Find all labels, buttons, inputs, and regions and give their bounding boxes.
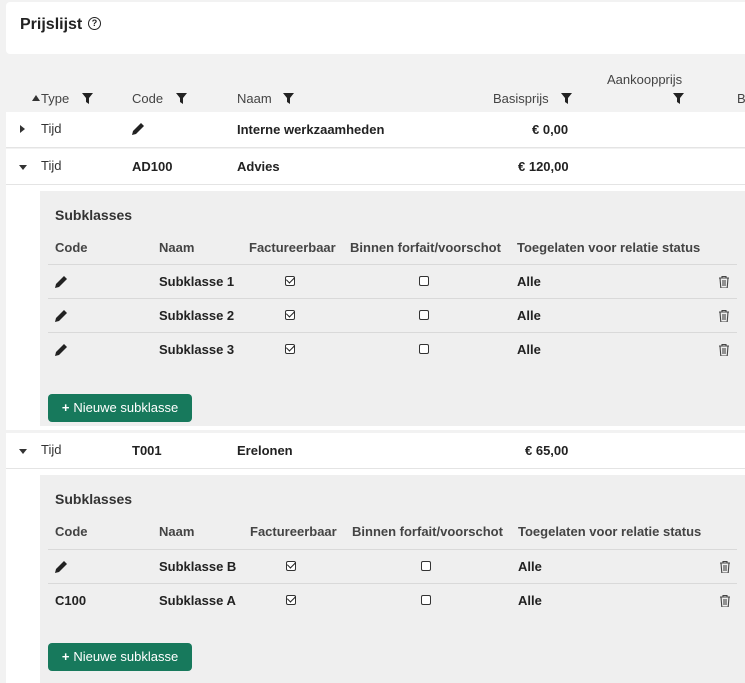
plus-icon: +	[61, 649, 70, 664]
row-naam: Advies	[237, 159, 280, 174]
subklasse-row[interactable]: Subklasse 1 Alle	[48, 264, 737, 298]
column-header-aankoopprijs[interactable]: Aankoopprijs	[607, 72, 682, 87]
subklasses-panel: Subklasses Code Naam Factureerbaar Binne…	[40, 475, 745, 683]
factureerbaar-checkbox[interactable]	[285, 276, 295, 286]
subklasse-row[interactable]: Subklasse 2 Alle	[48, 298, 737, 332]
trash-icon[interactable]	[719, 310, 729, 322]
forfait-checkbox[interactable]	[419, 276, 429, 286]
subklasses-panel-wrapper: Subklasses Code Naam Factureerbaar Binne…	[6, 469, 745, 683]
pencil-icon[interactable]	[132, 122, 145, 135]
sub-header-factureerbaar: Factureerbaar	[250, 524, 337, 539]
column-header-code[interactable]: Code	[132, 91, 163, 106]
row-naam: Interne werkzaamheden	[237, 122, 385, 137]
trash-icon[interactable]	[720, 561, 730, 573]
column-header-naam[interactable]: Naam	[237, 91, 272, 106]
sub-header-factureerbaar: Factureerbaar	[249, 240, 336, 255]
forfait-checkbox[interactable]	[421, 561, 431, 571]
row-basisprijs: € 0,00	[532, 122, 569, 137]
subklasse-naam: Subklasse 2	[159, 308, 235, 323]
factureerbaar-checkbox[interactable]	[285, 344, 295, 354]
subklasses-panel-wrapper: Subklasses Code Naam Factureerbaar Binne…	[6, 185, 745, 430]
subklasse-status: Alle	[517, 274, 541, 289]
subklasse-status: Alle	[517, 308, 541, 323]
sub-header-naam: Naam	[159, 524, 195, 539]
column-header-truncated: B	[737, 91, 745, 106]
new-subklasse-label: Nieuwe subklasse	[73, 400, 179, 415]
pencil-icon[interactable]	[55, 275, 68, 288]
subklasse-status: Alle	[518, 559, 542, 574]
question-circle-icon[interactable]: ?	[88, 17, 101, 30]
row-basisprijs: € 65,00	[525, 443, 569, 458]
page-header: Prijslijst ?	[6, 2, 745, 54]
factureerbaar-checkbox[interactable]	[286, 595, 296, 605]
subklasse-code: C100	[55, 593, 87, 608]
filter-icon[interactable]	[82, 93, 93, 104]
pencil-icon[interactable]	[55, 309, 68, 322]
subklasse-naam: Subklasse 3	[159, 342, 235, 357]
trash-icon[interactable]	[719, 276, 729, 288]
subklasse-naam: Subklasse B	[159, 559, 237, 574]
filter-icon[interactable]	[561, 93, 572, 104]
row-type: Tijd	[41, 121, 62, 136]
subklasses-panel: Subklasses Code Naam Factureerbaar Binne…	[40, 191, 745, 426]
row-type: Tijd	[41, 158, 62, 173]
sub-header-naam: Naam	[159, 240, 195, 255]
row-code: AD100	[132, 159, 173, 174]
table-row[interactable]: Tijd AD100 Advies € 120,00	[6, 149, 745, 185]
caret-down-icon[interactable]	[19, 165, 27, 170]
row-basisprijs: € 120,00	[518, 159, 569, 174]
subklasse-row[interactable]: Subklasse 3 Alle	[48, 332, 737, 366]
sub-header-status: Toegelaten voor relatie status	[518, 524, 702, 539]
caret-down-icon[interactable]	[19, 449, 27, 454]
plus-icon: +	[61, 400, 70, 415]
filter-icon[interactable]	[176, 93, 187, 104]
sub-header-forfait: Binnen forfait/voorschot	[352, 524, 503, 539]
sub-header-code: Code	[55, 240, 88, 255]
trash-icon[interactable]	[720, 595, 730, 607]
sub-header-status: Toegelaten voor relatie status	[517, 240, 701, 255]
subklasse-naam: Subklasse 1	[159, 274, 235, 289]
pencil-icon[interactable]	[55, 343, 68, 356]
subklasse-row[interactable]: C100 Subklasse A Alle	[48, 583, 737, 617]
caret-right-icon[interactable]	[20, 125, 25, 133]
subklasses-title: Subklasses	[55, 207, 133, 223]
sub-header-forfait: Binnen forfait/voorschot	[350, 240, 501, 255]
column-header-basisprijs[interactable]: Basisprijs	[493, 91, 549, 106]
column-header-type[interactable]: Type	[41, 91, 69, 106]
pencil-icon[interactable]	[55, 560, 68, 573]
subklasse-naam: Subklasse A	[159, 593, 236, 608]
factureerbaar-checkbox[interactable]	[286, 561, 296, 571]
forfait-checkbox[interactable]	[419, 344, 429, 354]
trash-icon[interactable]	[719, 344, 729, 356]
subklasses-title: Subklasses	[55, 491, 133, 507]
table-row[interactable]: Tijd T001 Erelonen € 65,00	[6, 433, 745, 469]
table-row[interactable]: Tijd Interne werkzaamheden € 0,00	[6, 112, 745, 148]
sub-header-code: Code	[55, 524, 88, 539]
subklasse-row[interactable]: Subklasse B Alle	[48, 549, 737, 583]
sort-asc-icon[interactable]	[32, 95, 40, 101]
row-code: T001	[132, 443, 162, 458]
new-subklasse-button[interactable]: + Nieuwe subklasse	[48, 643, 192, 671]
forfait-checkbox[interactable]	[421, 595, 431, 605]
row-type: Tijd	[41, 442, 62, 457]
subklasse-status: Alle	[517, 342, 541, 357]
filter-icon[interactable]	[673, 93, 684, 104]
subklasse-status: Alle	[518, 593, 542, 608]
row-naam: Erelonen	[237, 443, 293, 458]
filter-icon[interactable]	[283, 93, 294, 104]
new-subklasse-button[interactable]: + Nieuwe subklasse	[48, 394, 192, 422]
new-subklasse-label: Nieuwe subklasse	[73, 649, 179, 664]
page-title: Prijslijst	[20, 16, 83, 33]
factureerbaar-checkbox[interactable]	[285, 310, 295, 320]
forfait-checkbox[interactable]	[419, 310, 429, 320]
